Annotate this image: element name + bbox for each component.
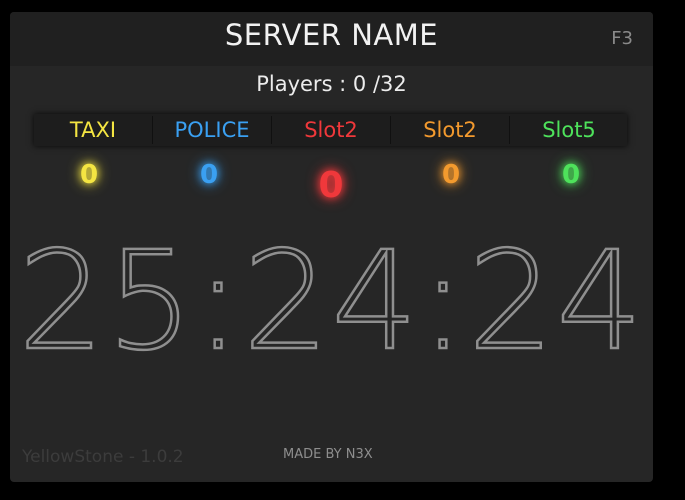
server-name: SERVER NAME	[224, 18, 439, 52]
timer-display: 25:24:24	[17, 223, 645, 381]
team-label-slot2b: Slot2	[423, 118, 477, 142]
team-score-police: 0	[199, 160, 219, 190]
header-bar: SERVER NAME F3	[10, 12, 653, 66]
team-score-slot5: 0	[561, 160, 581, 190]
team-score-slot2a: 0	[318, 165, 344, 206]
team-label-slot2a: Slot2	[304, 118, 358, 142]
version-label: YellowStone - 1.0.2	[22, 447, 184, 467]
team-score-slot2b: 0	[441, 160, 461, 190]
hotkey-hint: F3	[611, 28, 633, 49]
scoreboard-panel: SERVER NAME F3 Players : 0 /32 TAXI POLI…	[10, 12, 653, 482]
team-score-taxi: 0	[79, 160, 99, 190]
team-label-taxi: TAXI	[69, 118, 117, 142]
team-tabs: TAXI POLICE Slot2 Slot2 Slot5	[34, 114, 627, 146]
credit-label: MADE BY N3X	[283, 447, 373, 462]
team-label-police: POLICE	[174, 118, 250, 142]
player-count: Players : 0 /32	[256, 72, 407, 96]
team-label-slot5: Slot5	[542, 118, 596, 142]
